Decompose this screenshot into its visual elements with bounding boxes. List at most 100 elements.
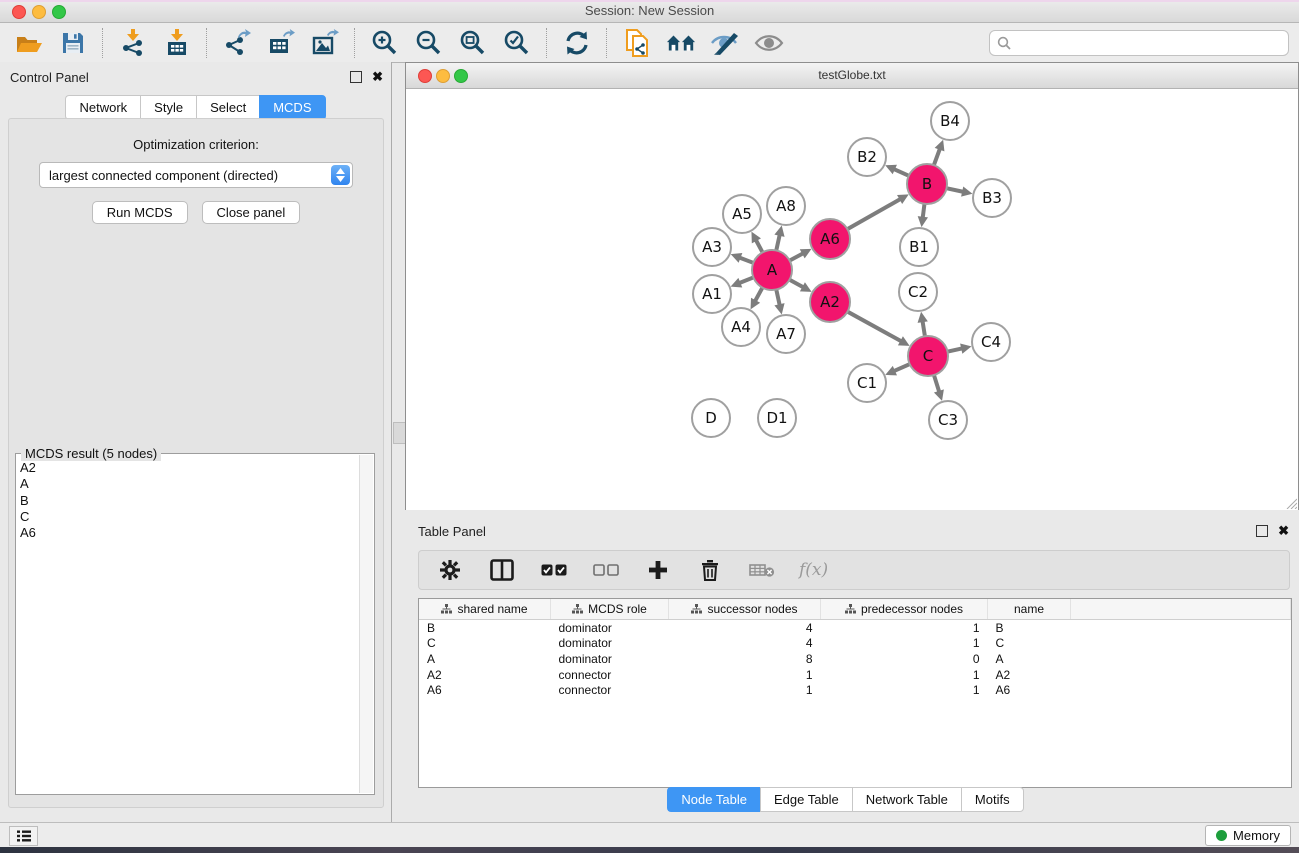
zoom-selected-icon[interactable] bbox=[502, 28, 532, 58]
graph-node-A1[interactable]: A1 bbox=[693, 275, 731, 313]
graph-node-B2[interactable]: B2 bbox=[848, 138, 886, 176]
graph-node-D[interactable]: D bbox=[692, 399, 730, 437]
table-cell[interactable]: dominator bbox=[551, 620, 669, 636]
result-list-item[interactable]: B bbox=[18, 493, 360, 509]
tab-mcds[interactable]: MCDS bbox=[259, 95, 325, 120]
home-icon[interactable] bbox=[666, 28, 696, 58]
result-list-item[interactable]: A bbox=[18, 476, 360, 492]
import-table-icon[interactable] bbox=[162, 28, 192, 58]
table-cell[interactable]: 4 bbox=[669, 620, 821, 636]
split-columns-icon[interactable] bbox=[487, 555, 517, 585]
graph-node-A6[interactable]: A6 bbox=[810, 219, 850, 259]
result-list-item[interactable]: A6 bbox=[18, 525, 360, 541]
table-tab-motifs[interactable]: Motifs bbox=[961, 787, 1024, 812]
graph-node-B3[interactable]: B3 bbox=[973, 179, 1011, 217]
graph-node-C2[interactable]: C2 bbox=[899, 273, 937, 311]
delete-table-icon[interactable] bbox=[747, 555, 777, 585]
graph-node-C4[interactable]: C4 bbox=[972, 323, 1010, 361]
network-canvas[interactable]: B4 B2 B B3 A5A8A6 A3 A B1 A1 A2 C2 A4A7 C4 C C1 D D1 C3 bbox=[406, 89, 1298, 510]
table-cell[interactable]: dominator bbox=[551, 636, 669, 652]
column-header[interactable]: predecessor nodes bbox=[821, 599, 988, 620]
close-panel-button[interactable]: Close panel bbox=[202, 201, 301, 224]
result-list-item[interactable]: C bbox=[18, 509, 360, 525]
export-network-icon[interactable] bbox=[222, 28, 252, 58]
table-cell[interactable]: C bbox=[419, 636, 551, 652]
graph-edge[interactable] bbox=[933, 373, 939, 393]
search-box[interactable] bbox=[989, 30, 1289, 56]
float-panel-icon[interactable] bbox=[350, 71, 362, 83]
close-panel-icon[interactable]: ✖ bbox=[372, 72, 383, 82]
table-cell[interactable]: connector bbox=[551, 682, 669, 698]
column-header[interactable]: shared name bbox=[419, 599, 551, 620]
deselect-all-icon[interactable] bbox=[591, 555, 621, 585]
table-float-panel-icon[interactable] bbox=[1256, 525, 1268, 537]
table-cell[interactable]: 1 bbox=[821, 636, 988, 652]
zoom-out-icon[interactable] bbox=[414, 28, 444, 58]
table-cell[interactable]: B bbox=[419, 620, 551, 636]
graph-node-A7[interactable]: A7 bbox=[767, 315, 805, 353]
tab-network[interactable]: Network bbox=[65, 95, 140, 120]
select-all-icon[interactable] bbox=[539, 555, 569, 585]
export-image-icon[interactable] bbox=[310, 28, 340, 58]
table-close-panel-icon[interactable]: ✖ bbox=[1278, 526, 1289, 536]
delete-column-icon[interactable] bbox=[695, 555, 725, 585]
result-list-item[interactable]: A2 bbox=[18, 460, 360, 476]
graph-node-A3[interactable]: A3 bbox=[693, 228, 731, 266]
table-row[interactable]: Cdominator41C bbox=[419, 636, 1291, 652]
graph-node-B1[interactable]: B1 bbox=[900, 228, 938, 266]
table-tab-node-table[interactable]: Node Table bbox=[667, 787, 760, 812]
tab-style[interactable]: Style bbox=[140, 95, 196, 120]
graph-node-A4[interactable]: A4 bbox=[722, 308, 760, 346]
table-cell[interactable]: A6 bbox=[988, 682, 1071, 698]
show-results-icon[interactable] bbox=[754, 28, 784, 58]
table-row[interactable]: A6connector11A6 bbox=[419, 682, 1291, 698]
graph-node-B[interactable]: B bbox=[907, 164, 947, 204]
graph-edge[interactable] bbox=[933, 148, 940, 167]
table-cell[interactable]: B bbox=[988, 620, 1071, 636]
refresh-icon[interactable] bbox=[562, 28, 592, 58]
column-header[interactable]: successor nodes bbox=[669, 599, 821, 620]
graph-node-C[interactable]: C bbox=[908, 336, 948, 376]
network-window-titlebar[interactable]: testGlobe.txt bbox=[406, 63, 1298, 89]
gear-icon[interactable] bbox=[435, 555, 465, 585]
table-cell[interactable]: A2 bbox=[419, 667, 551, 683]
table-cell[interactable]: C bbox=[988, 636, 1071, 652]
criterion-dropdown[interactable]: largest connected component (directed) bbox=[39, 162, 353, 188]
table-cell[interactable]: A6 bbox=[419, 682, 551, 698]
table-cell[interactable]: 0 bbox=[821, 651, 988, 667]
zoom-fit-icon[interactable] bbox=[458, 28, 488, 58]
graph-node-A5[interactable]: A5 bbox=[723, 195, 761, 233]
export-table-icon[interactable] bbox=[266, 28, 296, 58]
graph-node-C3[interactable]: C3 bbox=[929, 401, 967, 439]
graph-node-A[interactable]: A bbox=[752, 250, 792, 290]
table-cell[interactable]: 8 bbox=[669, 651, 821, 667]
table-cell[interactable]: A bbox=[988, 651, 1071, 667]
graph-edge[interactable] bbox=[893, 363, 911, 371]
graph-node-B4[interactable]: B4 bbox=[931, 102, 969, 140]
graph-node-D1[interactable]: D1 bbox=[758, 399, 796, 437]
graph-node-A8[interactable]: A8 bbox=[767, 187, 805, 225]
open-session-icon[interactable] bbox=[14, 28, 44, 58]
search-input[interactable] bbox=[1015, 35, 1288, 52]
zoom-in-icon[interactable] bbox=[370, 28, 400, 58]
run-mcds-button[interactable]: Run MCDS bbox=[92, 201, 188, 224]
table-cell[interactable]: 1 bbox=[669, 682, 821, 698]
table-cell[interactable]: dominator bbox=[551, 651, 669, 667]
graph-node-C1[interactable]: C1 bbox=[848, 364, 886, 402]
table-tab-network-table[interactable]: Network Table bbox=[852, 787, 961, 812]
task-history-button[interactable] bbox=[9, 826, 38, 846]
save-session-icon[interactable] bbox=[58, 28, 88, 58]
column-header[interactable]: name bbox=[988, 599, 1071, 620]
memory-button[interactable]: Memory bbox=[1205, 825, 1291, 846]
table-cell[interactable]: A2 bbox=[988, 667, 1071, 683]
table-row[interactable]: Adominator80A bbox=[419, 651, 1291, 667]
graph-edge[interactable] bbox=[846, 311, 902, 342]
column-header[interactable]: MCDS role bbox=[551, 599, 669, 620]
tab-select[interactable]: Select bbox=[196, 95, 259, 120]
table-cell[interactable]: A bbox=[419, 651, 551, 667]
graph-node-A2[interactable]: A2 bbox=[810, 282, 850, 322]
import-network-icon[interactable] bbox=[118, 28, 148, 58]
hide-results-icon[interactable] bbox=[710, 28, 740, 58]
table-cell[interactable]: 1 bbox=[821, 620, 988, 636]
table-cell[interactable]: 4 bbox=[669, 636, 821, 652]
